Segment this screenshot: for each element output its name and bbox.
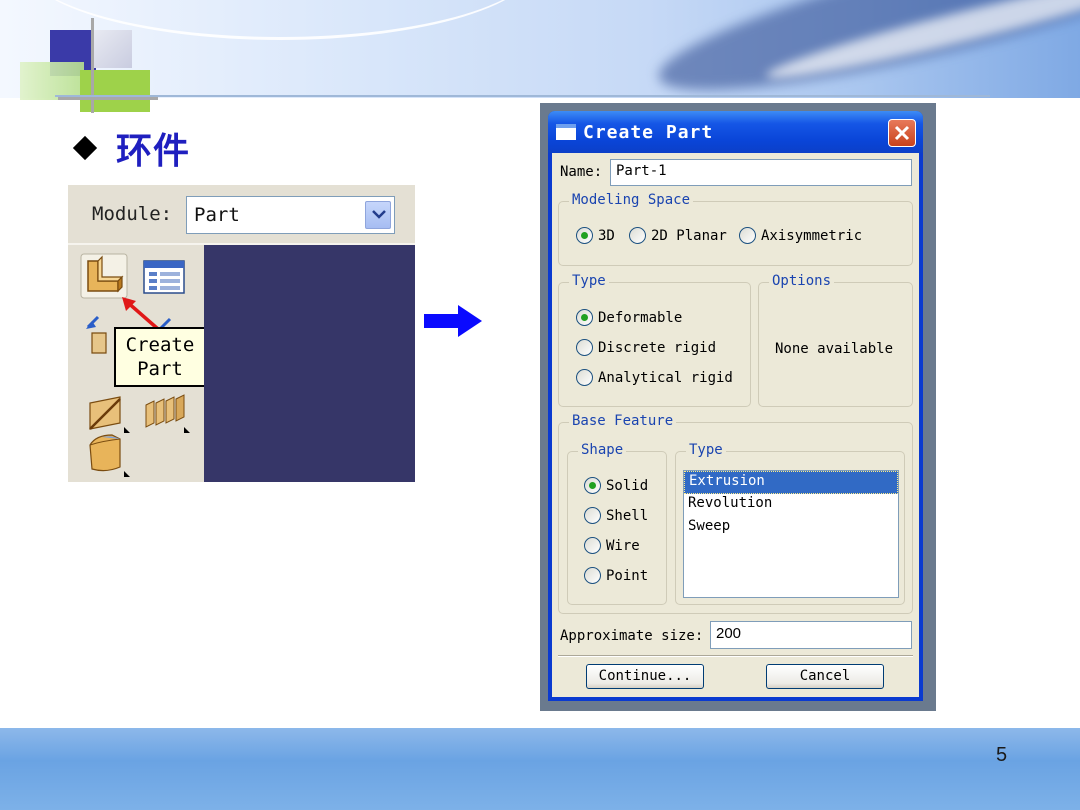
radio-3d-label: 3D	[598, 227, 615, 244]
radio-point-indicator	[584, 567, 601, 584]
button-separator	[558, 655, 913, 657]
decor-horizontal-line	[58, 97, 158, 100]
create-shell-tool-button[interactable]	[142, 393, 192, 439]
window-icon	[556, 124, 576, 140]
solid-extrude-icon	[89, 434, 130, 477]
radio-solid[interactable]: Solid	[584, 477, 648, 494]
type-legend: Type	[569, 273, 609, 289]
approx-size-field[interactable]: 200	[710, 621, 912, 649]
right-arrow-icon	[424, 305, 482, 337]
continue-button[interactable]: Continue...	[586, 664, 704, 689]
options-none-text: None available	[775, 341, 894, 357]
decor-square-grey	[94, 30, 132, 68]
radio-discrete-rigid-label: Discrete rigid	[598, 339, 717, 356]
create-part-dialog: Create Part Name: Part-1 Modeling Space …	[548, 111, 923, 701]
name-label: Name:	[560, 164, 603, 180]
slide-header-band	[0, 0, 1080, 98]
base-feature-legend: Base Feature	[569, 413, 677, 429]
page-number: 5	[996, 744, 1008, 766]
radio-wire-label: Wire	[606, 537, 640, 554]
radio-discrete-rigid-indicator	[576, 339, 593, 356]
radio-solid-indicator	[584, 477, 601, 494]
radio-solid-label: Solid	[606, 477, 649, 494]
radio-deformable[interactable]: Deformable	[576, 309, 682, 326]
tooltip-line-1: Create	[125, 334, 195, 356]
chevron-down-icon[interactable]	[365, 201, 391, 229]
radio-deformable-indicator	[576, 309, 593, 326]
slide-heading: 环件	[72, 122, 191, 174]
list-item-sweep[interactable]: Sweep	[684, 517, 898, 540]
header-rule	[55, 95, 990, 97]
list-item-revolution[interactable]: Revolution	[684, 494, 898, 517]
radio-axisymmetric-label: Axisymmetric	[761, 227, 863, 244]
module-select-value: Part	[194, 204, 240, 226]
module-label: Module:	[92, 203, 173, 225]
modeling-space-legend: Modeling Space	[569, 192, 694, 208]
tooltip-line-2: Part	[137, 358, 183, 380]
radio-point[interactable]: Point	[584, 567, 648, 584]
radio-discrete-rigid[interactable]: Discrete rigid	[576, 339, 716, 356]
slide-footer-band	[0, 728, 1080, 810]
toolbox-screenshot: Module: Part Create Part	[68, 185, 415, 482]
radio-wire-indicator	[584, 537, 601, 554]
radio-2d-planar-label: 2D Planar	[651, 227, 727, 244]
close-button[interactable]	[888, 119, 916, 147]
shape-legend: Shape	[578, 442, 627, 458]
create-part-tooltip: Create Part	[114, 327, 206, 387]
feature-type-list[interactable]: Extrusion Revolution Sweep	[683, 470, 899, 598]
feature-type-legend: Type	[686, 442, 726, 458]
dialog-titlebar[interactable]: Create Part	[548, 111, 923, 153]
radio-analytical-rigid[interactable]: Analytical rigid	[576, 369, 733, 386]
radio-axisymmetric-indicator	[739, 227, 756, 244]
radio-2d-planar[interactable]: 2D Planar	[629, 227, 727, 244]
close-icon	[894, 125, 910, 141]
modeling-space-group: Modeling Space 3D 2D Planar Axisymmetric	[558, 192, 913, 266]
name-field[interactable]: Part-1	[610, 159, 912, 186]
radio-shell-label: Shell	[606, 507, 649, 524]
approx-size-label: Approximate size:	[560, 628, 704, 644]
dialog-title: Create Part	[583, 122, 714, 143]
radio-analytical-rigid-label: Analytical rigid	[598, 369, 733, 386]
diamond-bullet-icon	[72, 135, 98, 161]
shape-group: Shape Solid Shell Wire Point	[567, 442, 667, 605]
options-group: Options None available	[758, 273, 913, 407]
shell-solid-icon	[145, 394, 190, 433]
radio-analytical-rigid-indicator	[576, 369, 593, 386]
planar-cut-icon	[89, 396, 130, 433]
radio-3d-indicator	[576, 227, 593, 244]
dialog-body: Name: Part-1 Modeling Space 3D 2D Planar…	[552, 153, 919, 697]
radio-axisymmetric[interactable]: Axisymmetric	[739, 227, 862, 244]
create-solid-tool-button[interactable]	[86, 431, 132, 482]
slide-title: 环件	[116, 131, 191, 172]
radio-wire[interactable]: Wire	[584, 537, 640, 554]
radio-point-label: Point	[606, 567, 649, 584]
radio-2d-planar-indicator	[629, 227, 646, 244]
viewport[interactable]	[204, 245, 415, 482]
radio-deformable-label: Deformable	[598, 309, 683, 326]
radio-shell[interactable]: Shell	[584, 507, 648, 524]
options-legend: Options	[769, 273, 835, 289]
module-select[interactable]: Part	[186, 196, 395, 234]
radio-3d[interactable]: 3D	[576, 227, 615, 244]
radio-shell-indicator	[584, 507, 601, 524]
cancel-button[interactable]: Cancel	[766, 664, 884, 689]
type-group: Type Deformable Discrete rigid Analytica…	[558, 273, 751, 407]
part-manager-icon	[143, 260, 185, 294]
feature-type-group: Type Extrusion Revolution Sweep	[675, 442, 905, 605]
list-item-extrusion[interactable]: Extrusion	[684, 471, 898, 494]
base-feature-group: Base Feature Shape Solid Shell Wire Poin…	[558, 413, 913, 614]
